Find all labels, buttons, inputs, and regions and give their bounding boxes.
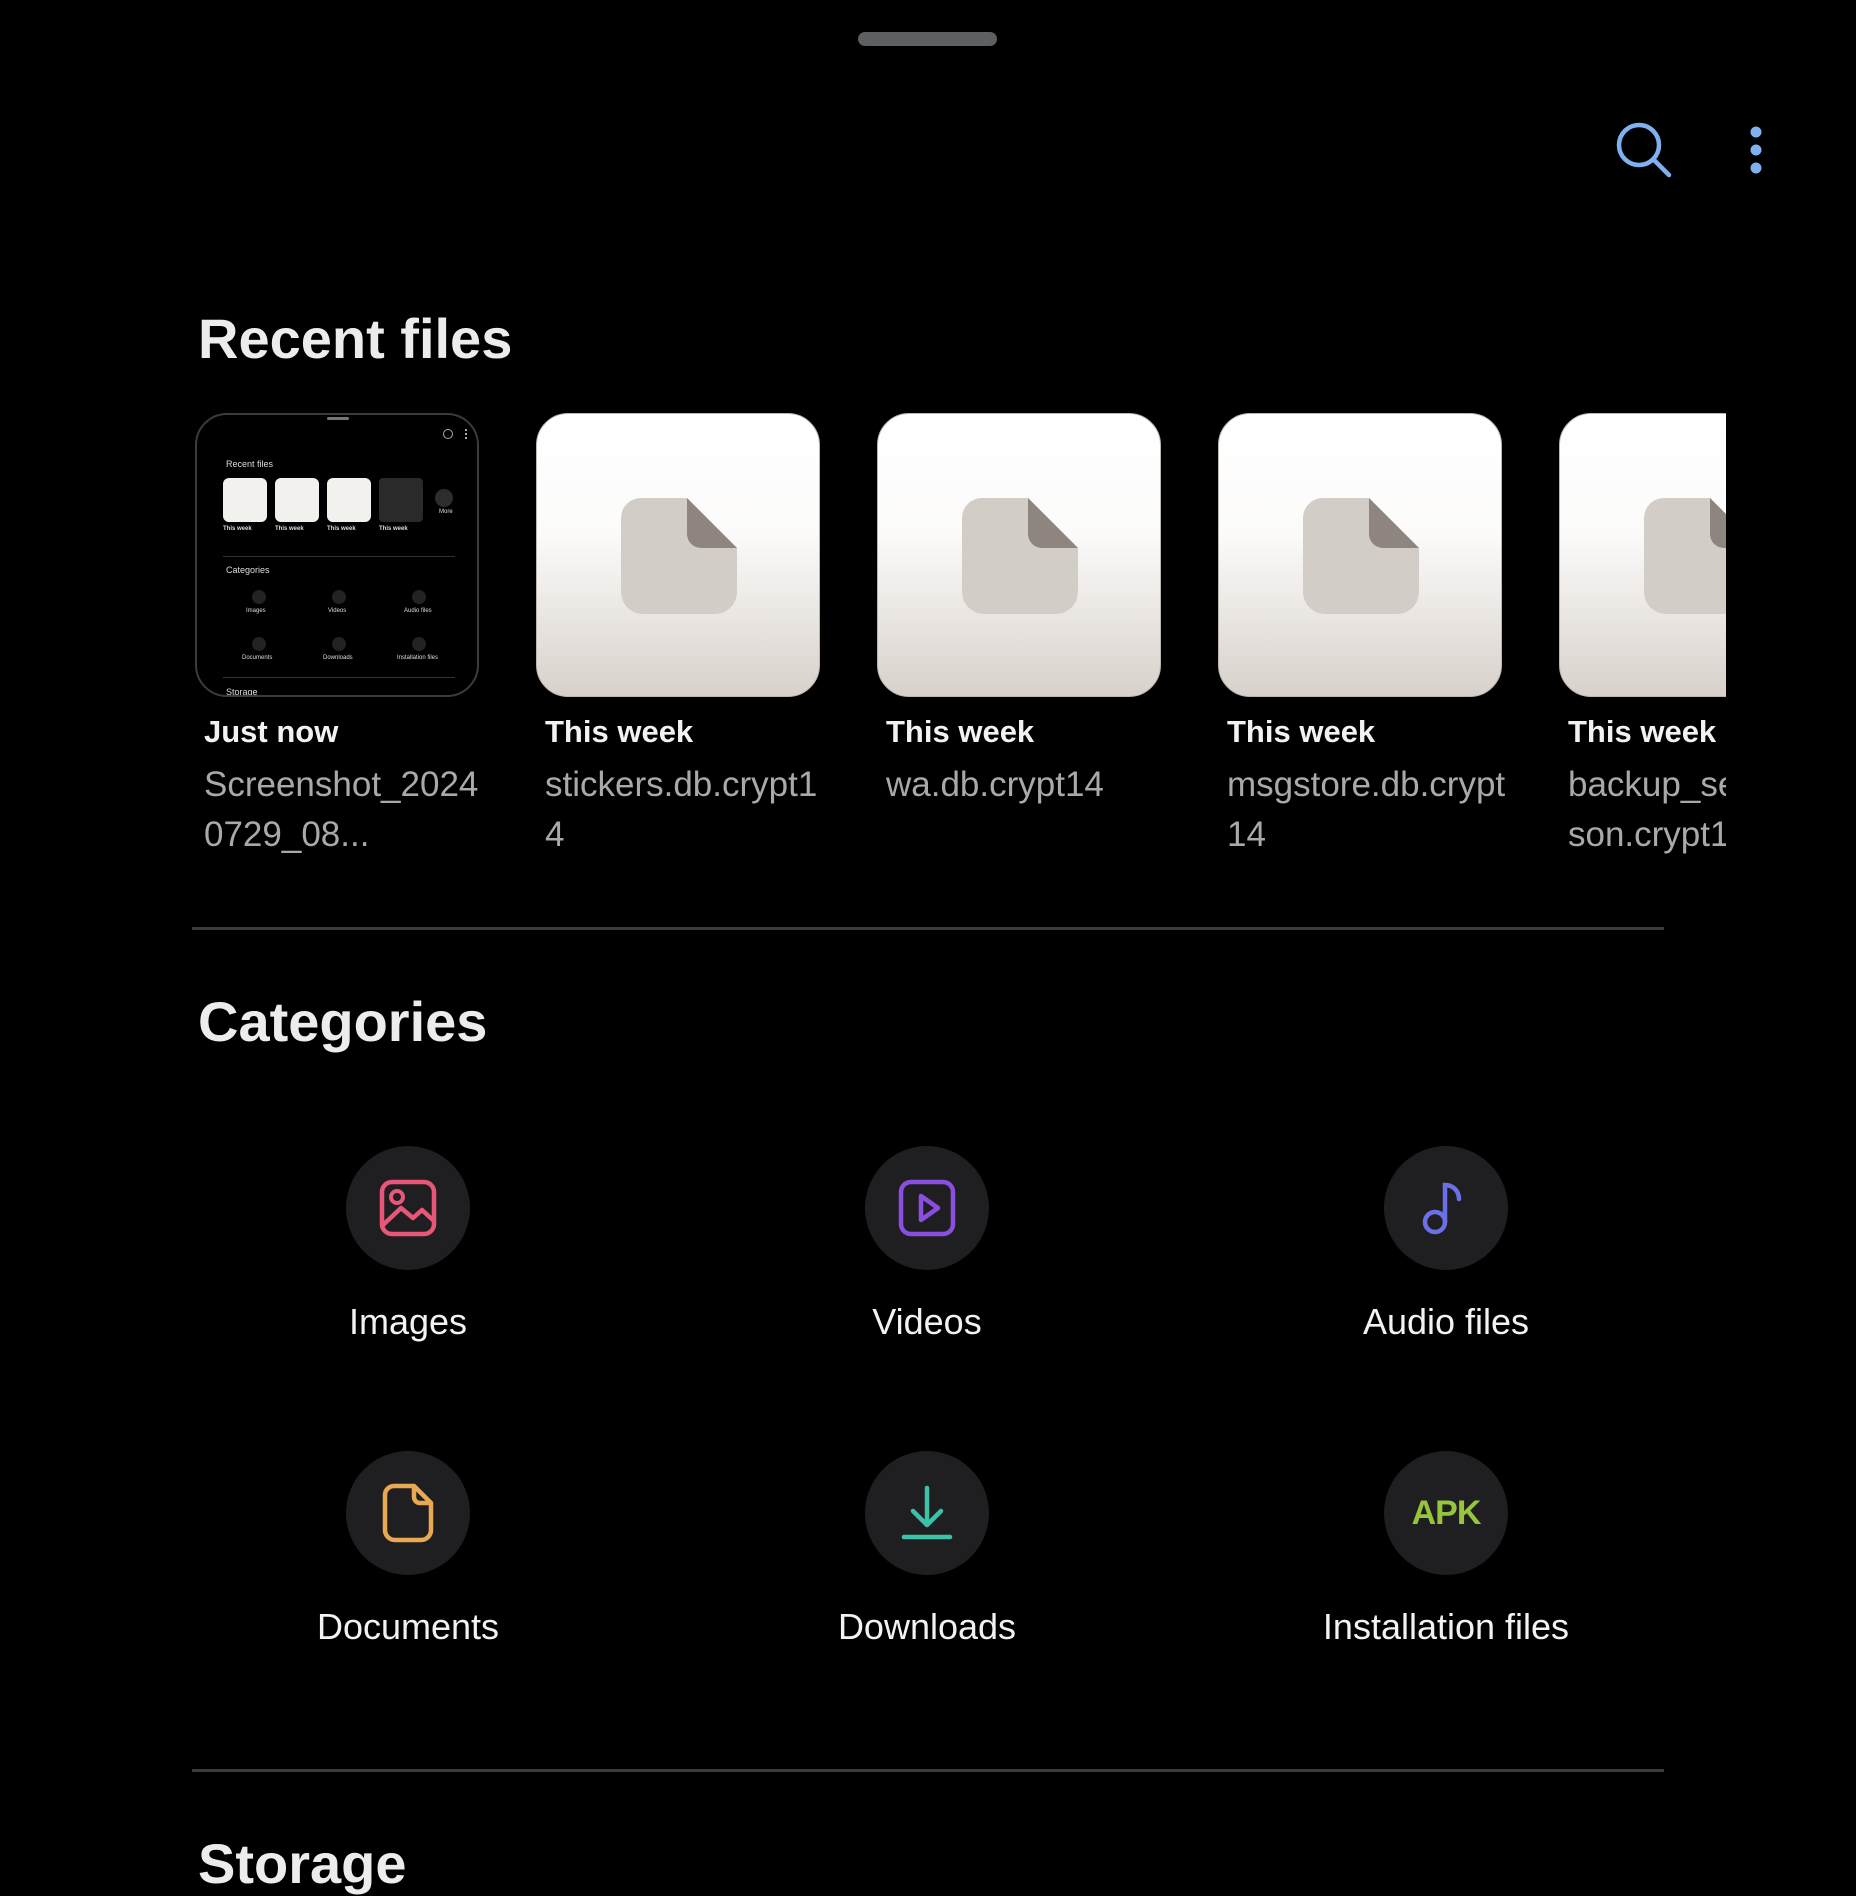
category-installation-files[interactable]: APK Installation files (1276, 1451, 1616, 1648)
download-icon (901, 1485, 953, 1540)
category-label: Downloads (837, 1606, 1017, 1647)
recent-file-name: Screenshot_​20240729_08... (204, 765, 479, 854)
recent-file-date: This week (1227, 714, 1376, 749)
mini-cat-label: Downloads (323, 655, 353, 661)
mini-cat-label: Documents (242, 655, 273, 661)
file-thumbnail (1559, 413, 1726, 697)
file-thumbnail (536, 413, 820, 697)
categories-title: Categories (198, 990, 488, 1053)
apk-icon: APK (1411, 1493, 1482, 1532)
more-options-button[interactable] (1724, 118, 1788, 182)
search-icon (1616, 122, 1672, 178)
search-button[interactable] (1612, 118, 1676, 182)
recent-file-card[interactable]: This week stickers.db.crypt14 (536, 413, 824, 860)
recent-file-date: Just now (204, 714, 339, 749)
storage-title: Storage (198, 1832, 407, 1895)
drag-handle[interactable] (858, 32, 997, 46)
mini-recent-title: Recent files (226, 459, 274, 469)
recent-file-name: msgstore.db.crypt14 (1227, 765, 1506, 854)
mini-cat-label: Installation files (397, 655, 439, 661)
category-icon-circle (346, 1451, 470, 1575)
category-images[interactable]: Images (238, 1146, 578, 1343)
recent-file-card[interactable]: This week backup_settings.json.crypt14 (1559, 413, 1726, 860)
mini-cat-label: Audio files (404, 608, 432, 614)
category-label: Videos (872, 1301, 982, 1342)
more-options-icon (1750, 126, 1762, 174)
file-thumbnail (1218, 413, 1502, 697)
category-icon-circle (346, 1146, 470, 1270)
category-audio-files[interactable]: Audio files (1276, 1146, 1616, 1343)
screenshot-mini-preview: Recent files More This week This week Th… (197, 415, 477, 695)
recent-file-date: This week (545, 714, 694, 749)
mini-card-date: This week (223, 526, 252, 532)
section-divider (192, 927, 1664, 930)
mini-storage-title: Storage (226, 687, 258, 697)
category-icon-circle (1384, 1146, 1508, 1270)
image-icon (379, 1179, 437, 1237)
recent-files-list[interactable]: Recent files More This week This week Th… (193, 413, 1726, 873)
mini-more-label: More (439, 509, 453, 515)
category-downloads[interactable]: Downloads (757, 1451, 1097, 1648)
generic-file-icon (1303, 498, 1419, 614)
generic-file-icon (1644, 498, 1726, 614)
category-label: Installation files (1322, 1606, 1570, 1647)
mini-cat-label: Videos (328, 608, 347, 614)
video-icon (898, 1179, 956, 1237)
mini-categories-title: Categories (226, 565, 270, 575)
mini-card-date: This week (275, 526, 304, 532)
category-label: Images (348, 1301, 468, 1342)
recent-file-name: stickers.db.crypt14 (545, 765, 818, 854)
category-label: Documents (316, 1606, 500, 1647)
recent-file-name: wa.db.crypt14 (886, 765, 1104, 804)
recent-file-date: This week (886, 714, 1035, 749)
category-videos[interactable]: Videos (757, 1146, 1097, 1343)
mini-card-date: This week (327, 526, 356, 532)
mini-cat-label: Images (246, 608, 266, 614)
document-icon (382, 1483, 434, 1543)
category-documents[interactable]: Documents (238, 1451, 578, 1648)
recent-file-name: backup_settings.json.crypt14 (1568, 765, 1726, 854)
recent-file-card[interactable]: This week msgstore.db.crypt14 (1218, 413, 1506, 860)
file-thumbnail (877, 413, 1161, 697)
generic-file-icon (621, 498, 737, 614)
mini-card-date: This week (379, 526, 408, 532)
music-note-icon (1422, 1182, 1462, 1235)
section-divider (192, 1769, 1664, 1772)
recent-file-card[interactable]: This week wa.db.crypt14 (877, 413, 1165, 810)
recent-file-card[interactable]: Recent files More This week This week Th… (195, 413, 483, 860)
recent-files-title: Recent files (198, 307, 513, 370)
category-icon-circle (865, 1451, 989, 1575)
recent-file-date: This week (1568, 714, 1717, 749)
category-icon-circle: APK (1384, 1451, 1508, 1575)
screenshot-thumbnail: Recent files More This week This week Th… (195, 413, 479, 697)
category-label: Audio files (1362, 1301, 1530, 1342)
category-icon-circle (865, 1146, 989, 1270)
generic-file-icon (962, 498, 1078, 614)
